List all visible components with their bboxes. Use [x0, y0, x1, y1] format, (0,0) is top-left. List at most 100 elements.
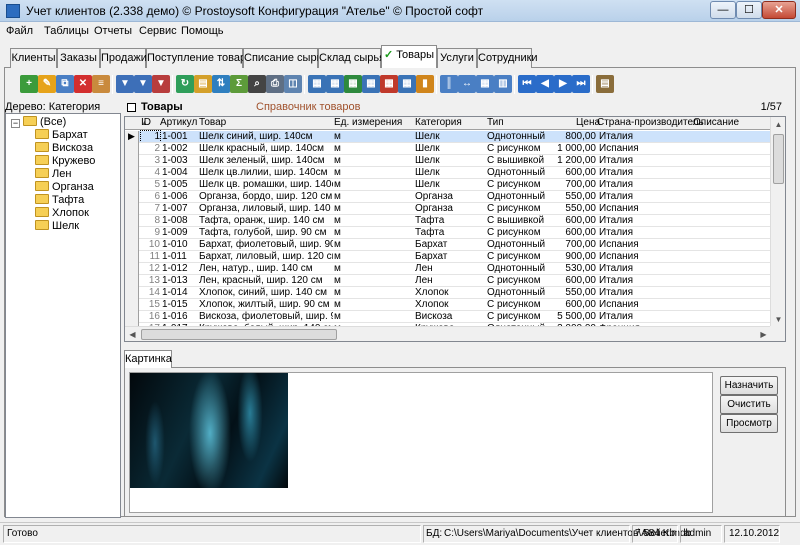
preview-icon[interactable]: ◫: [284, 75, 302, 93]
tab-receipts[interactable]: Поступление товаров: [146, 48, 258, 68]
cell-price[interactable]: 550,00: [545, 191, 596, 202]
export-5-icon[interactable]: ▦: [380, 75, 398, 93]
clear-button[interactable]: Очистить: [720, 395, 778, 414]
cell-id[interactable]: 2: [141, 143, 160, 154]
cell-unit[interactable]: м: [334, 131, 414, 142]
sum-icon[interactable]: Σ: [230, 75, 248, 93]
cell-price[interactable]: 700,00: [545, 179, 596, 190]
tab-goods[interactable]: ✓ Товары: [381, 45, 437, 68]
cell-type[interactable]: С рисунком: [487, 203, 547, 214]
cell-price[interactable]: 1 200,00: [545, 155, 596, 166]
cell-product[interactable]: Бархат, лиловый, шир. 120 см: [199, 251, 333, 262]
cell-unit[interactable]: м: [334, 311, 414, 322]
column-fit-icon[interactable]: ↔: [458, 75, 476, 93]
export-1-icon[interactable]: ▦: [308, 75, 326, 93]
row-indicator[interactable]: [125, 215, 139, 227]
chart-icon[interactable]: ▮: [416, 75, 434, 93]
tree-item-linen[interactable]: Лен: [35, 168, 71, 182]
copy-record-icon[interactable]: ⧉: [56, 75, 74, 93]
row-indicator[interactable]: [125, 251, 139, 263]
scroll-up-icon[interactable]: ▲: [771, 117, 785, 132]
cell-category[interactable]: Лен: [415, 263, 486, 274]
tree-item-velvet[interactable]: Бархат: [35, 129, 88, 143]
cell-country[interactable]: Италия: [599, 155, 689, 166]
minimize-button[interactable]: —: [710, 1, 736, 19]
cell-article[interactable]: 1-009: [162, 227, 198, 238]
cell-type[interactable]: С рисунком: [487, 311, 547, 322]
tab-clients[interactable]: Клиенты: [10, 48, 57, 68]
cell-id[interactable]: 11: [141, 251, 160, 262]
tab-picture[interactable]: Картинка: [124, 350, 172, 368]
column-header-country[interactable]: Страна-производитель: [597, 117, 704, 128]
tree-item-organza[interactable]: Органза: [35, 181, 94, 195]
horizontal-scroll-thumb[interactable]: [141, 329, 337, 340]
cell-id[interactable]: 12: [141, 263, 160, 274]
scroll-right-icon[interactable]: ▶: [756, 327, 771, 341]
cell-country[interactable]: Италия: [599, 167, 689, 178]
cell-country[interactable]: Италия: [599, 131, 689, 142]
cell-unit[interactable]: м: [334, 155, 414, 166]
column-settings-icon[interactable]: ║: [440, 75, 458, 93]
edit-record-icon[interactable]: ✎: [38, 75, 56, 93]
row-indicator[interactable]: [125, 143, 139, 155]
cell-category[interactable]: Шелк: [415, 167, 486, 178]
cell-category[interactable]: Тафта: [415, 215, 486, 226]
row-indicator[interactable]: [125, 227, 139, 239]
first-record-icon[interactable]: ⏮: [518, 75, 536, 93]
cell-country[interactable]: Испания: [599, 143, 689, 154]
cell-article[interactable]: 1-004: [162, 167, 198, 178]
cell-article[interactable]: 1-008: [162, 215, 198, 226]
category-tree[interactable]: − (Все) Бархат Вискоза Кружево Лен Орган…: [5, 113, 121, 518]
row-indicator[interactable]: [125, 167, 139, 179]
cell-unit[interactable]: м: [334, 203, 414, 214]
cell-unit[interactable]: м: [334, 263, 414, 274]
cell-type[interactable]: С вышивкой: [487, 215, 547, 226]
column-header-product[interactable]: Товар: [199, 117, 226, 128]
cell-id[interactable]: 7: [141, 203, 160, 214]
menu-reports[interactable]: Отчеты: [94, 25, 132, 37]
layout-icon[interactable]: ▥: [494, 75, 512, 93]
cell-unit[interactable]: м: [334, 299, 414, 310]
cell-type[interactable]: С рисунком: [487, 227, 547, 238]
cell-country[interactable]: Италия: [599, 191, 689, 202]
cell-type[interactable]: Однотонный: [487, 287, 547, 298]
cell-category[interactable]: Хлопок: [415, 287, 486, 298]
cell-type[interactable]: С рисунком: [487, 143, 547, 154]
menu-service[interactable]: Сервис: [139, 25, 177, 37]
grid-settings-icon[interactable]: ▦: [476, 75, 494, 93]
cell-id[interactable]: 9: [141, 227, 160, 238]
row-indicator[interactable]: [125, 191, 139, 203]
row-indicator[interactable]: [125, 275, 139, 287]
cell-price[interactable]: 600,00: [545, 167, 596, 178]
cell-country[interactable]: Испания: [599, 203, 689, 214]
tree-item-cotton[interactable]: Хлопок: [35, 207, 89, 221]
cell-country[interactable]: Испания: [599, 239, 689, 250]
add-record-icon[interactable]: +: [20, 75, 38, 93]
current-row-indicator-icon[interactable]: [125, 131, 139, 143]
filter-icon[interactable]: ▼: [116, 75, 134, 93]
cell-id[interactable]: 14: [141, 287, 160, 298]
export-6-icon[interactable]: ▦: [398, 75, 416, 93]
cell-product[interactable]: Вискоза, фиолетовый, шир. 90 см: [199, 311, 333, 322]
cell-product[interactable]: Шелк цв. ромашки, шир. 140см: [199, 179, 333, 190]
export-4-icon[interactable]: ▦: [362, 75, 380, 93]
tree-item-lace[interactable]: Кружево: [35, 155, 95, 169]
cell-country[interactable]: Италия: [599, 215, 689, 226]
prev-record-icon[interactable]: ◀: [536, 75, 554, 93]
cell-product[interactable]: Лен, красный, шир. 120 см: [199, 275, 333, 286]
cell-article[interactable]: 1-001: [162, 131, 198, 142]
cell-price[interactable]: 600,00: [545, 227, 596, 238]
cell-product[interactable]: Тафта, голубой, шир. 90 см: [199, 227, 333, 238]
cell-type[interactable]: С рисунком: [487, 179, 547, 190]
cell-price[interactable]: 550,00: [545, 203, 596, 214]
tree-item-taffeta[interactable]: Тафта: [35, 194, 84, 208]
cell-product[interactable]: Шелк синий, шир. 140см: [199, 131, 333, 142]
filter-clear-icon[interactable]: ▼: [152, 75, 170, 93]
cell-id[interactable]: 6: [141, 191, 160, 202]
tree-item-silk[interactable]: Шелк: [35, 220, 79, 234]
cell-article[interactable]: 1-014: [162, 287, 198, 298]
cell-category[interactable]: Шелк: [415, 179, 486, 190]
cell-type[interactable]: С рисунком: [487, 275, 547, 286]
cell-article[interactable]: 1-003: [162, 155, 198, 166]
row-indicator[interactable]: [125, 287, 139, 299]
